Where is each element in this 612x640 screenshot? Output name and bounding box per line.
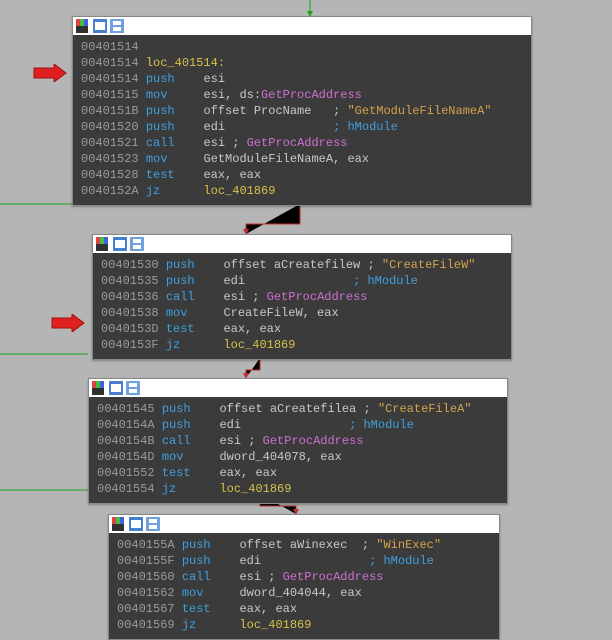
disasm-code: 00401530 push offset aCreatefilew ; "Cre… <box>93 253 511 359</box>
graph-icon <box>146 517 160 531</box>
disasm-code: 00401545 push offset aCreatefilea ; "Cre… <box>89 397 507 503</box>
palette-icon <box>96 237 110 251</box>
disasm-block[interactable]: 00401514 00401514 loc_401514: 00401514 p… <box>72 16 532 206</box>
disasm-block[interactable]: 00401530 push offset aCreatefilew ; "Cre… <box>92 234 512 360</box>
block-titlebar <box>73 17 531 35</box>
graph-icon <box>110 19 124 33</box>
block-titlebar <box>89 379 507 397</box>
annotation-arrow <box>32 64 68 82</box>
window-icon <box>113 237 127 251</box>
window-icon <box>129 517 143 531</box>
disasm-block[interactable]: 0040155A push offset aWinexec ; "WinExec… <box>108 514 500 640</box>
window-icon <box>109 381 123 395</box>
disasm-block[interactable]: 00401545 push offset aCreatefilea ; "Cre… <box>88 378 508 504</box>
disasm-code: 00401514 00401514 loc_401514: 00401514 p… <box>73 35 531 205</box>
disasm-code: 0040155A push offset aWinexec ; "WinExec… <box>109 533 499 639</box>
palette-icon <box>112 517 126 531</box>
annotation-arrow <box>50 314 86 332</box>
palette-icon <box>92 381 106 395</box>
block-titlebar <box>93 235 511 253</box>
window-icon <box>93 19 107 33</box>
graph-icon <box>126 381 140 395</box>
graph-icon <box>130 237 144 251</box>
palette-icon <box>76 19 90 33</box>
block-titlebar <box>109 515 499 533</box>
